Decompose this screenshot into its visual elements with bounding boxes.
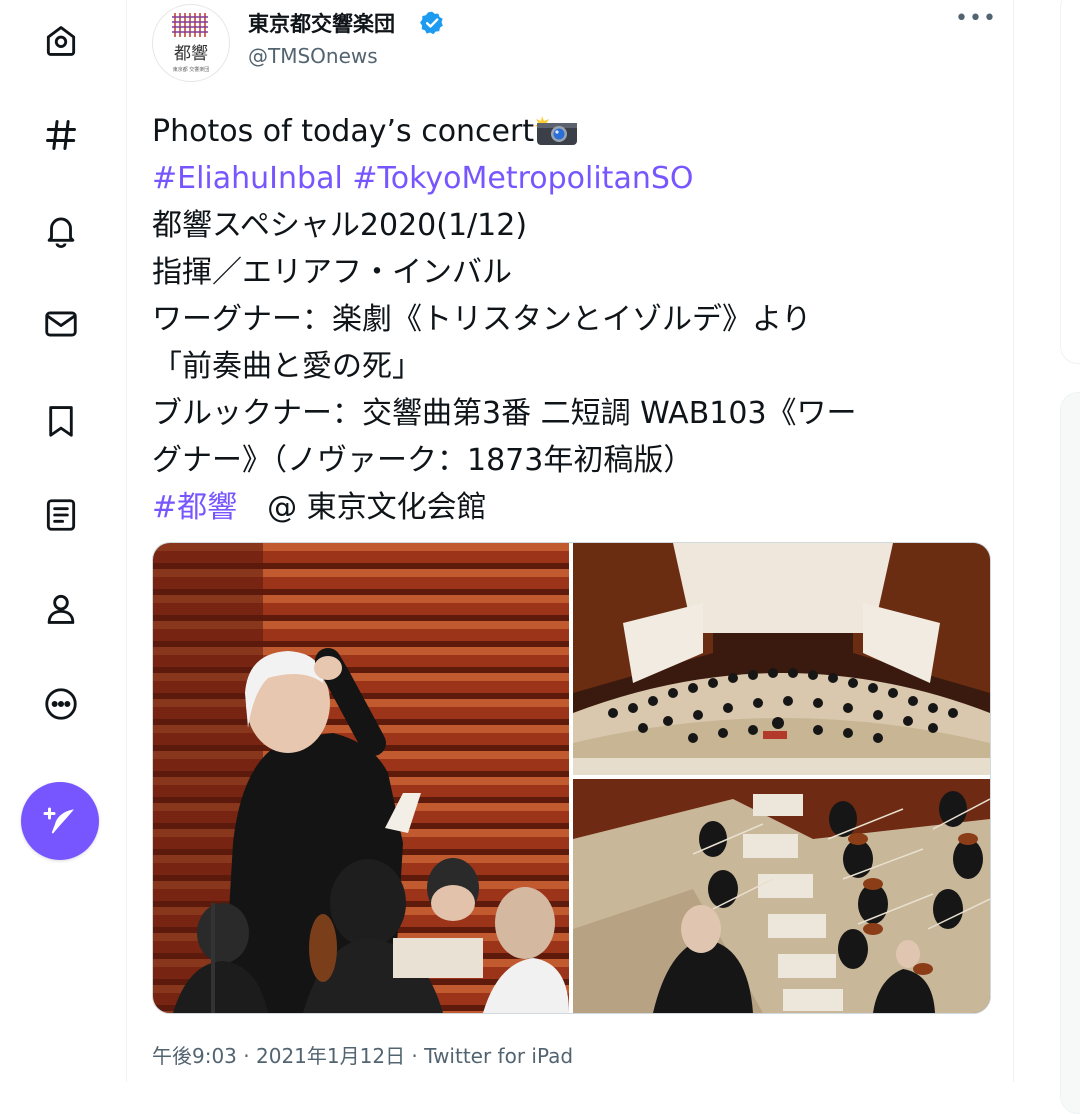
more-options-button[interactable]: ••• (955, 6, 996, 36)
left-nav (0, 0, 125, 1080)
tweet-line-4: 指揮／エリアフ・インバル (152, 255, 512, 290)
media-grid (152, 542, 991, 1014)
svg-text:都響: 都響 (174, 44, 208, 64)
nav-profile[interactable] (36, 584, 86, 634)
nav-bookmarks[interactable] (36, 396, 86, 446)
sidebar-card (1060, 0, 1080, 364)
nav-home[interactable] (36, 16, 86, 66)
svg-text:東京都 交響楽団: 東京都 交響楽団 (173, 66, 210, 73)
meta-separator: · (236, 1044, 256, 1068)
avatar[interactable]: 都響 東京都 交響楽団 (152, 4, 230, 82)
tweet-line-9: #都響 @ 東京文化会館 (152, 484, 992, 531)
person-icon (47, 594, 75, 624)
meta-separator: · (405, 1044, 425, 1068)
hashtag-icon (46, 120, 76, 150)
camera-with-flash-icon (534, 113, 578, 145)
sidebar-card-2 (1060, 392, 1080, 1114)
hashtag-link[interactable]: #TokyoMetropolitanSO (352, 161, 693, 196)
tweet-line-6: 「前奏曲と愛の死」 (152, 349, 422, 384)
tweet-line-2: #EliahuInbal #TokyoMetropolitanSO (152, 155, 992, 202)
strings-photo[interactable] (573, 779, 990, 1013)
author-handle[interactable]: @TMSOnews (248, 44, 378, 68)
tweet-line-3: 都響スペシャル2020(1/12) (152, 208, 528, 243)
tweet-date[interactable]: 2021年1月12日 (256, 1044, 405, 1068)
nav-lists[interactable] (36, 490, 86, 540)
nav-explore[interactable] (36, 110, 86, 160)
hall-photo[interactable] (573, 543, 990, 775)
nav-messages[interactable] (36, 299, 86, 349)
compose-tweet-button[interactable] (21, 782, 99, 860)
bell-icon (47, 217, 75, 249)
conductor-photo[interactable] (153, 543, 569, 1013)
tweet-source[interactable]: Twitter for iPad (424, 1044, 573, 1068)
tweet-text: Photos of today’s concert #EliahuInbal #… (152, 108, 992, 531)
nav-more[interactable] (36, 679, 86, 729)
bookmark-icon (49, 406, 73, 437)
verified-badge-icon (420, 11, 443, 35)
tmso-logo: 都響 東京都 交響楽団 (172, 13, 210, 73)
tweet-line-7: ブルックナー：交響曲第3番 二短調 WAB103《ワー (152, 396, 857, 431)
location-text: @ 東京文化会館 (237, 490, 487, 525)
tweet-meta: 午後9:03 · 2021年1月12日 · Twitter for iPad (152, 1040, 573, 1069)
nav-notifications[interactable] (36, 205, 86, 255)
tweet-time[interactable]: 午後9:03 (152, 1044, 237, 1068)
hashtag-link[interactable]: #都響 (152, 490, 237, 525)
tweet-text-line: Photos of today’s concert (152, 114, 535, 149)
author-name[interactable]: 東京都交響楽団 (248, 8, 395, 38)
feather-plus-icon (43, 807, 74, 834)
tweet-line-1: Photos of today’s concert (152, 108, 992, 155)
tweet-line-5: ワーグナー：楽劇《トリスタンとイゾルデ》より (152, 302, 812, 337)
list-icon (46, 499, 76, 531)
hashtag-link[interactable]: #EliahuInbal (152, 161, 343, 196)
mail-icon (45, 311, 77, 337)
home-icon (46, 26, 76, 56)
tweet-line-8: グナー》（ノヴァーク：1873年初稿版） (152, 443, 694, 478)
more-circle-icon (45, 688, 77, 720)
